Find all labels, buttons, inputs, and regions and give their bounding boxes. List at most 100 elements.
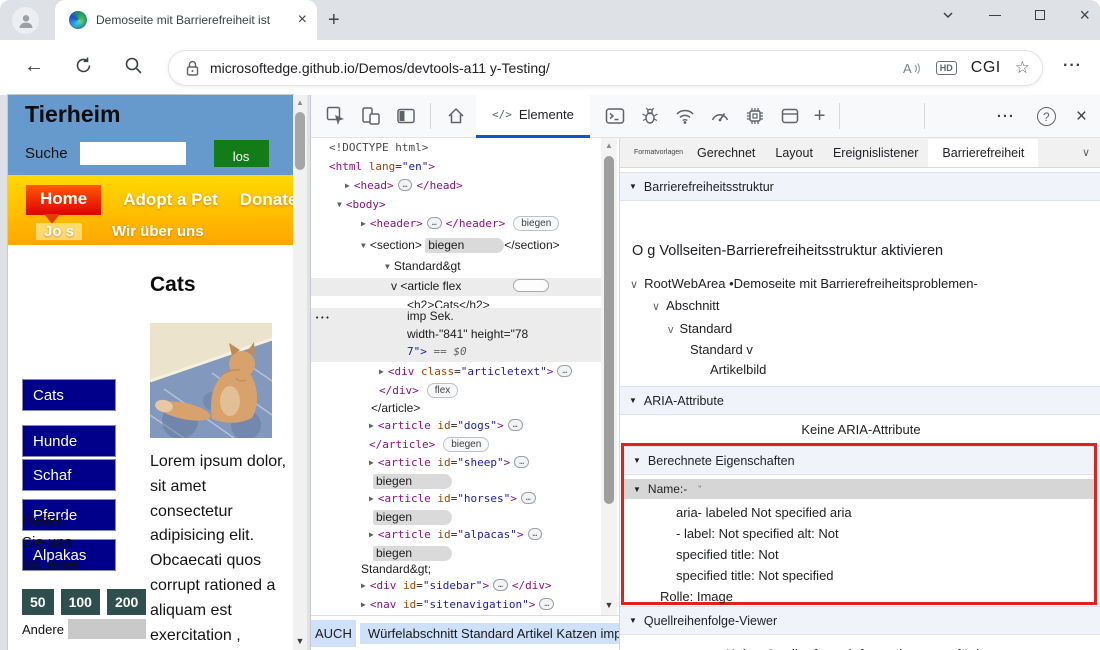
tree-line[interactable]: ••• imp Sek. — [311, 308, 601, 326]
breadcrumb-path[interactable]: Würfelabschnitt Standard Artikel Katzen … — [359, 622, 630, 644]
layout-badge[interactable]: biegen — [443, 437, 490, 452]
layout-badge[interactable]: biegen — [513, 216, 560, 231]
sidebar-tab-ereignislistener[interactable]: Ereignislistener — [823, 140, 928, 166]
scroll-down-icon[interactable]: ▼ — [601, 600, 617, 610]
expand-dots-icon[interactable]: … — [520, 492, 536, 504]
maximize-button[interactable] — [1035, 10, 1046, 20]
tree-line[interactable]: width-"841" height="78 — [311, 326, 601, 344]
tree-line[interactable]: </article> — [371, 400, 420, 418]
animal-button-schaf[interactable]: Schaf — [22, 459, 116, 491]
search-icon[interactable] — [124, 56, 143, 75]
elements-scrollbar-thumb[interactable] — [604, 156, 614, 504]
tree-line[interactable]: ▶ <article id="alpacas">… — [369, 527, 546, 545]
expand-arrow-icon[interactable]: ▶ — [345, 178, 350, 194]
tree-line[interactable]: <html lang="en"> — [329, 159, 435, 177]
expand-arrow-icon[interactable]: ▶ — [369, 418, 374, 434]
expand-arrow-icon[interactable]: ▶ — [369, 455, 374, 471]
sidebar-tab-gerechnet[interactable]: Gerechnet — [687, 140, 765, 166]
expand-dots-icon[interactable]: … — [493, 579, 508, 591]
nav-link-adopt-a-pet[interactable]: Adopt a Pet — [123, 190, 217, 210]
animal-button-cats[interactable]: Cats — [22, 379, 116, 411]
debugger-bug-icon[interactable] — [640, 106, 660, 126]
device-emulation-icon[interactable] — [361, 106, 381, 126]
tree-chevron-icon[interactable]: ∨ — [630, 279, 638, 291]
performance-icon[interactable] — [710, 106, 730, 126]
url-field[interactable]: microsoftedge.github.io/Demos/devtools-a… — [168, 50, 1043, 86]
elements-scrollbar[interactable]: ▲ ▼ — [601, 138, 617, 615]
tree-line[interactable]: ▶ <article id="horses">… — [369, 491, 540, 509]
refresh-button[interactable] — [74, 56, 93, 75]
tree-line[interactable]: </div> flex — [379, 383, 459, 401]
memory-chip-icon[interactable] — [745, 106, 765, 126]
tree-line[interactable]: ▶ <header>… </header> biegen — [361, 216, 560, 234]
section-aria-attributes[interactable]: ▼ ARIA-Attribute — [620, 386, 1100, 415]
browser-more-icon[interactable]: ··· — [1063, 57, 1082, 75]
window-close-button[interactable]: × — [1079, 6, 1090, 24]
a11y-tree-node[interactable]: Artikelbild — [710, 362, 766, 377]
scroll-up-icon[interactable]: ▲ — [293, 98, 307, 107]
a11y-tree-node[interactable]: v Standard — [668, 321, 732, 336]
expand-dots-icon[interactable]: … — [527, 528, 543, 540]
nav-link-home[interactable]: Home — [26, 185, 102, 224]
andere-amount-input[interactable] — [67, 619, 146, 639]
expand-arrow-icon[interactable]: ▶ — [361, 597, 366, 613]
collapse-arrow-icon[interactable]: ▼ — [361, 238, 366, 254]
expand-dots-icon[interactable]: … — [557, 365, 573, 377]
section-accessibility-structure[interactable]: ▼ Barrierefreiheitsstruktur — [620, 172, 1100, 201]
page-scrollbar-thumb[interactable] — [295, 112, 305, 170]
favorite-star-icon[interactable]: ☆ — [1015, 58, 1030, 78]
search-input[interactable] — [79, 142, 186, 165]
browser-tab[interactable]: Demoseite mit Barrierefreiheit ist × — [55, 0, 317, 40]
collapse-arrow-icon[interactable]: ▼ — [385, 259, 390, 275]
expand-arrow-icon[interactable]: ▶ — [369, 491, 374, 507]
amount-button-200[interactable]: 200 — [106, 589, 147, 615]
expand-arrow-icon[interactable]: ▶ — [369, 527, 374, 543]
expand-arrow-icon[interactable]: ▶ — [379, 364, 384, 380]
console-icon[interactable] — [605, 106, 625, 126]
tree-line[interactable]: biegen — [373, 473, 453, 491]
tab-overflow-chevron-icon[interactable]: ∨ — [1082, 146, 1090, 159]
tree-line[interactable]: v <article flex — [311, 278, 601, 296]
layout-badge[interactable]: flex — [426, 383, 459, 398]
tree-line[interactable]: ▶ <head>… </head> — [345, 178, 463, 196]
expand-arrow-icon[interactable]: ▶ — [361, 578, 366, 594]
home-icon[interactable] — [446, 106, 466, 126]
collapse-arrow-icon[interactable]: ▼ — [337, 197, 342, 213]
fullpage-a11y-checkbox-row[interactable]: O g Vollseiten-Barrierefreiheitsstruktur… — [632, 243, 943, 259]
application-icon[interactable] — [780, 106, 800, 126]
tab-menu-chevron-icon[interactable] — [941, 8, 955, 22]
expand-dots-icon[interactable]: … — [397, 179, 413, 191]
new-tab-button[interactable]: + — [328, 9, 340, 32]
dock-side-icon[interactable] — [396, 106, 416, 126]
a11y-tree-node[interactable]: ∨ Abschnitt — [652, 298, 720, 313]
scroll-down-icon[interactable]: ▼ — [293, 636, 307, 646]
a11y-tree-node[interactable]: Standard v — [690, 342, 753, 357]
nav-link-wir-über-uns[interactable]: Wir über uns — [112, 223, 204, 240]
sidebar-tab-layout[interactable]: Layout — [765, 140, 823, 166]
tree-line[interactable]: biegen — [373, 509, 453, 527]
devtools-more-icon[interactable]: ··· — [997, 108, 1015, 125]
tree-chevron-icon[interactable]: ∨ — [652, 301, 660, 313]
a11y-tree-node[interactable]: ∨ RootWebArea •Demoseite mit Barrierefrei… — [630, 276, 978, 291]
sidebar-tab-barrierefreiheit[interactable]: Barrierefreiheit — [928, 138, 1039, 167]
tree-line[interactable]: ▶ <div id="sidebar">… </div> — [361, 578, 552, 596]
minimize-button[interactable] — [989, 14, 1002, 16]
network-wifi-icon[interactable] — [675, 106, 695, 126]
animal-button-hunde[interactable]: Hunde — [22, 425, 116, 457]
devtools-close-icon[interactable]: × — [1076, 106, 1087, 128]
tree-line[interactable]: ▼ <section> biegen </section> — [361, 237, 560, 255]
tree-line[interactable]: Standard&gt; — [361, 561, 431, 579]
back-button[interactable]: ← — [24, 56, 44, 76]
tree-line[interactable]: ▶ <article id="sheep">… — [369, 455, 533, 473]
scroll-up-icon[interactable]: ▲ — [601, 141, 617, 150]
hd-badge[interactable]: HD — [935, 61, 957, 75]
sidebar-tab-formatvorlagen[interactable]: Formatvorlagen — [620, 143, 687, 162]
section-source-order-viewer[interactable]: ▼ Quellreihenfolge-Viewer — [620, 606, 1100, 635]
tree-line[interactable]: ▶ <article id="dogs">… — [369, 418, 527, 436]
expand-dots-icon[interactable]: … — [514, 456, 530, 468]
tab-elements[interactable]: </> Elemente — [476, 94, 590, 138]
expand-arrow-icon[interactable]: ▶ — [361, 216, 366, 232]
tree-line[interactable]: </article> biegen — [369, 437, 490, 455]
inspect-icon[interactable] — [326, 106, 346, 126]
expand-dots-icon[interactable]: … — [539, 598, 555, 610]
